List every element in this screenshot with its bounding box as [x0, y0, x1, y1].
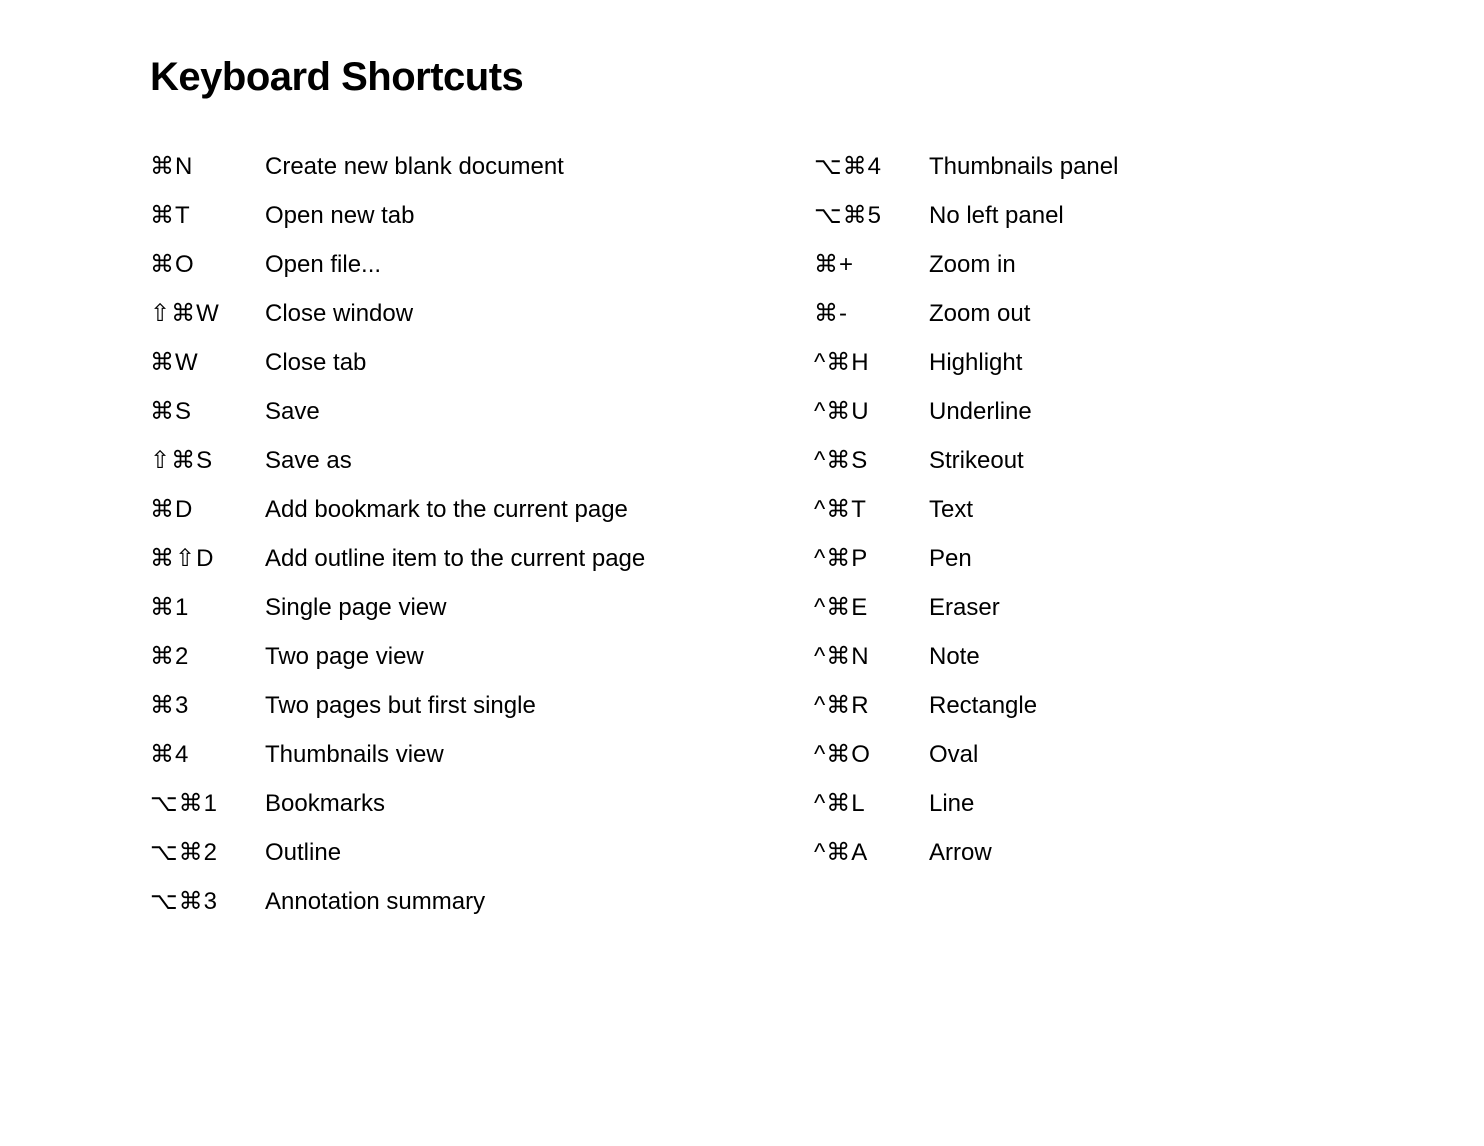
shortcut-description: Annotation summary	[265, 890, 485, 914]
shortcuts-page: Keyboard Shortcuts ⌘NCreate new blank do…	[0, 0, 1484, 1146]
shortcut-keys: ⌘+	[814, 253, 929, 277]
shortcut-description: Create new blank document	[265, 155, 564, 179]
shortcut-keys: ⌘N	[150, 155, 265, 179]
shortcut-row: ⌘-Zoom out	[814, 302, 1334, 326]
shortcut-row: ⌘TOpen new tab	[150, 204, 750, 228]
shortcut-row: ⌘OOpen file...	[150, 253, 750, 277]
shortcut-keys: ^⌘T	[814, 498, 929, 522]
shortcut-row: ^⌘SStrikeout	[814, 449, 1334, 473]
shortcut-keys: ^⌘P	[814, 547, 929, 571]
shortcut-keys: ⌘⇧D	[150, 547, 265, 571]
shortcut-keys: ⌘2	[150, 645, 265, 669]
shortcut-description: Bookmarks	[265, 792, 385, 816]
shortcut-keys: ⇧⌘S	[150, 449, 265, 473]
shortcut-keys: ⌥⌘4	[814, 155, 929, 179]
shortcut-row: ⌘WClose tab	[150, 351, 750, 375]
shortcut-row: ⌘2Two page view	[150, 645, 750, 669]
shortcut-description: Oval	[929, 743, 978, 767]
shortcut-keys: ^⌘O	[814, 743, 929, 767]
shortcut-row: ⌘1Single page view	[150, 596, 750, 620]
shortcut-row: ⌘4Thumbnails view	[150, 743, 750, 767]
shortcut-keys: ⌥⌘5	[814, 204, 929, 228]
shortcut-columns: ⌘NCreate new blank document ⌘TOpen new ta…	[150, 155, 1334, 939]
shortcut-row: ^⌘TText	[814, 498, 1334, 522]
shortcut-description: Add bookmark to the current page	[265, 498, 628, 522]
shortcut-row: ⌥⌘1Bookmarks	[150, 792, 750, 816]
shortcut-keys: ⌥⌘1	[150, 792, 265, 816]
shortcut-description: No left panel	[929, 204, 1064, 228]
shortcut-keys: ⌘1	[150, 596, 265, 620]
shortcut-description: Open new tab	[265, 204, 414, 228]
page-title: Keyboard Shortcuts	[150, 55, 1334, 100]
shortcut-row: ^⌘NNote	[814, 645, 1334, 669]
shortcut-description: Save as	[265, 449, 352, 473]
shortcut-row: ^⌘LLine	[814, 792, 1334, 816]
shortcut-keys: ^⌘S	[814, 449, 929, 473]
shortcut-row: ⌥⌘4Thumbnails panel	[814, 155, 1334, 179]
shortcut-description: Single page view	[265, 596, 446, 620]
shortcut-description: Add outline item to the current page	[265, 547, 645, 571]
shortcut-keys: ⌥⌘3	[150, 890, 265, 914]
shortcut-keys: ⌘D	[150, 498, 265, 522]
shortcut-description: Note	[929, 645, 980, 669]
shortcut-description: Pen	[929, 547, 972, 571]
shortcut-row: ^⌘RRectangle	[814, 694, 1334, 718]
shortcut-keys: ^⌘H	[814, 351, 929, 375]
shortcut-keys: ⌘4	[150, 743, 265, 767]
shortcut-description: Text	[929, 498, 973, 522]
shortcut-row: ⌘NCreate new blank document	[150, 155, 750, 179]
shortcut-keys: ⌘-	[814, 302, 929, 326]
shortcut-keys: ⇧⌘W	[150, 302, 265, 326]
shortcut-row: ^⌘UUnderline	[814, 400, 1334, 424]
shortcut-keys: ⌘T	[150, 204, 265, 228]
shortcut-row: ^⌘PPen	[814, 547, 1334, 571]
shortcut-keys: ^⌘R	[814, 694, 929, 718]
shortcut-description: Thumbnails panel	[929, 155, 1118, 179]
shortcut-description: Strikeout	[929, 449, 1024, 473]
shortcut-row: ⌥⌘3Annotation summary	[150, 890, 750, 914]
shortcut-description: Underline	[929, 400, 1032, 424]
shortcut-keys: ⌘W	[150, 351, 265, 375]
shortcut-row: ^⌘OOval	[814, 743, 1334, 767]
shortcut-row: ^⌘AArrow	[814, 841, 1334, 865]
shortcut-column-right: ⌥⌘4Thumbnails panel⌥⌘5No left panel⌘+Zoo…	[814, 155, 1334, 939]
shortcut-description: Two pages but first single	[265, 694, 536, 718]
shortcut-row: ⌘⇧DAdd outline item to the current page	[150, 547, 750, 571]
shortcut-row: ⌘+Zoom in	[814, 253, 1334, 277]
shortcut-column-left: ⌘NCreate new blank document ⌘TOpen new ta…	[150, 155, 750, 939]
shortcut-description: Arrow	[929, 841, 992, 865]
shortcut-keys: ^⌘A	[814, 841, 929, 865]
shortcut-description: Rectangle	[929, 694, 1037, 718]
shortcut-keys: ⌘S	[150, 400, 265, 424]
shortcut-row: ^⌘EEraser	[814, 596, 1334, 620]
shortcut-description: Zoom out	[929, 302, 1030, 326]
shortcut-description: Highlight	[929, 351, 1022, 375]
shortcut-row: ⌘SSave	[150, 400, 750, 424]
shortcut-keys: ^⌘U	[814, 400, 929, 424]
shortcut-row: ⇧⌘SSave as	[150, 449, 750, 473]
shortcut-description: Zoom in	[929, 253, 1016, 277]
shortcut-keys: ⌘O	[150, 253, 265, 277]
shortcut-description: Close window	[265, 302, 413, 326]
shortcut-keys: ⌘3	[150, 694, 265, 718]
shortcut-keys: ^⌘N	[814, 645, 929, 669]
shortcut-row: ⌥⌘5No left panel	[814, 204, 1334, 228]
shortcut-row: ⌘3Two pages but first single	[150, 694, 750, 718]
shortcut-description: Eraser	[929, 596, 1000, 620]
shortcut-row: ^⌘HHighlight	[814, 351, 1334, 375]
shortcut-description: Two page view	[265, 645, 424, 669]
shortcut-description: Thumbnails view	[265, 743, 444, 767]
shortcut-row: ⌘DAdd bookmark to the current page	[150, 498, 750, 522]
shortcut-description: Outline	[265, 841, 341, 865]
shortcut-row: ⌥⌘2Outline	[150, 841, 750, 865]
shortcut-row: ⇧⌘WClose window	[150, 302, 750, 326]
shortcut-keys: ^⌘L	[814, 792, 929, 816]
shortcut-description: Open file...	[265, 253, 381, 277]
shortcut-description: Close tab	[265, 351, 366, 375]
shortcut-keys: ^⌘E	[814, 596, 929, 620]
shortcut-description: Line	[929, 792, 974, 816]
shortcut-description: Save	[265, 400, 320, 424]
shortcut-keys: ⌥⌘2	[150, 841, 265, 865]
